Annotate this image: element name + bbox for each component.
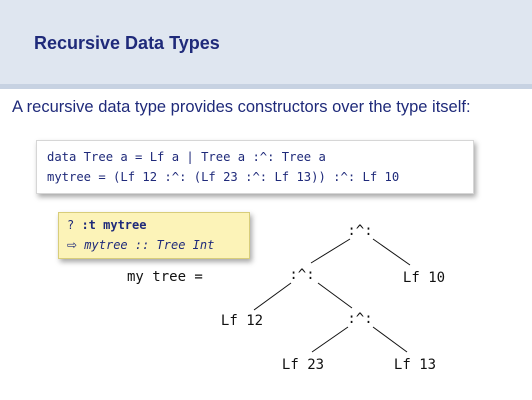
edge-left-inner (317, 282, 353, 309)
node-left-leaf: Lf 12 (221, 313, 263, 329)
edge-inner-right (372, 326, 408, 353)
node-left: :^: (289, 267, 314, 283)
node-right-leaf: Lf 10 (403, 270, 445, 286)
edge-root-right (372, 238, 411, 266)
tree-diagram: :^: :^: Lf 10 Lf 12 :^: Lf 23 Lf 13 (221, 223, 445, 373)
edge-left-leaf (253, 282, 292, 311)
node-inner-left: Lf 23 (282, 357, 324, 373)
node-root: :^: (347, 223, 372, 239)
edge-root-left (310, 238, 351, 264)
node-inner-right: Lf 13 (394, 357, 436, 373)
node-inner: :^: (347, 311, 372, 327)
edge-inner-left (311, 326, 349, 353)
